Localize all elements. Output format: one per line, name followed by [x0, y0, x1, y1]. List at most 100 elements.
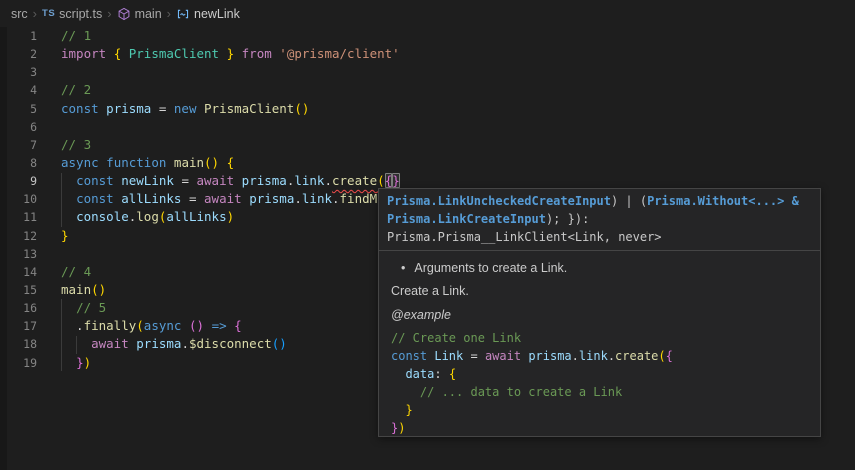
code-token: Prisma.Prisma__LinkClient<Link, never> — [387, 230, 662, 244]
breadcrumb-item-symbol-main[interactable]: main — [117, 7, 162, 21]
code-text: // 4 — [61, 263, 91, 281]
signature-line: Prisma.Prisma__LinkClient<Link, never> — [387, 228, 812, 246]
code-token: Prisma.LinkCreateInput — [387, 212, 546, 226]
line-number[interactable]: 15 — [0, 281, 37, 299]
code-token: link — [302, 191, 332, 206]
code-token: prisma — [106, 101, 151, 116]
tooltip-example-code: // Create one Link const Link = await pri… — [391, 329, 808, 437]
breadcrumb-label: script.ts — [59, 7, 102, 21]
code-line[interactable]: 8async function main() { — [0, 154, 855, 172]
chevron-right-icon: › — [167, 6, 171, 21]
code-token — [181, 318, 189, 333]
line-number[interactable]: 18 — [0, 335, 37, 353]
example-code-line: }) — [391, 419, 808, 437]
code-token: = — [463, 349, 485, 363]
line-number[interactable]: 6 — [0, 118, 37, 136]
code-token: link — [579, 349, 608, 363]
code-text: // 1 — [61, 27, 91, 45]
code-line[interactable]: 2import { PrismaClient } from '@prisma/c… — [0, 45, 855, 63]
code-token: } — [61, 228, 69, 243]
vscode-editor-window: { "breadcrumb": { "separator": "›", "ite… — [0, 0, 855, 470]
line-number[interactable]: 8 — [0, 154, 37, 172]
code-token: () — [91, 282, 106, 297]
code-token: // Create one Link — [391, 331, 521, 345]
line-number[interactable]: 1 — [0, 27, 37, 45]
code-token: import — [61, 46, 106, 61]
code-token: link — [294, 173, 324, 188]
code-line[interactable]: 4 // 2 — [0, 81, 855, 99]
code-token: prisma — [249, 191, 294, 206]
line-number[interactable]: 16 — [0, 299, 37, 317]
line-number[interactable]: 14 — [0, 263, 37, 281]
code-line[interactable]: 3 — [0, 63, 855, 81]
code-token — [61, 209, 76, 224]
code-text: } — [61, 227, 69, 245]
tooltip-bullet-text: Arguments to create a Link. — [414, 261, 567, 275]
line-number[interactable]: 4 — [0, 81, 37, 99]
code-token: () — [272, 336, 287, 351]
code-token: . — [332, 191, 340, 206]
code-token: ) | ( — [611, 194, 647, 208]
code-token: console — [76, 209, 129, 224]
code-text: }) — [61, 354, 91, 372]
line-number[interactable]: 2 — [0, 45, 37, 63]
line-number[interactable]: 10 — [0, 190, 37, 208]
breadcrumb-item-symbol-newlink[interactable]: newLink — [176, 7, 240, 21]
code-token — [784, 194, 791, 208]
line-number[interactable]: 17 — [0, 317, 37, 335]
example-code-line: data: { — [391, 365, 808, 383]
code-token: } — [227, 46, 235, 61]
code-token: PrismaClient — [129, 46, 219, 61]
code-token: } — [76, 355, 84, 370]
code-line[interactable]: 1 // 1 — [0, 27, 855, 45]
line-number[interactable]: 7 — [0, 136, 37, 154]
line-number[interactable]: 3 — [0, 63, 37, 81]
code-token: . — [324, 173, 332, 188]
example-code-line: // ... data to create a Link — [391, 383, 808, 401]
code-token — [166, 155, 174, 170]
code-token — [219, 155, 227, 170]
code-line[interactable]: 7 // 3 — [0, 136, 855, 154]
tooltip-signature-section: Prisma.LinkUncheckedCreateInput) | (Pris… — [379, 189, 820, 251]
symbol-variable-icon — [176, 7, 190, 21]
code-token: async — [144, 318, 182, 333]
line-number[interactable]: 5 — [0, 100, 37, 118]
signature-line: Prisma.LinkCreateInput); }): — [387, 210, 812, 228]
code-token: = — [151, 101, 174, 116]
code-text: // 3 — [61, 136, 91, 154]
code-text: const newLink = await prisma.link.create… — [61, 172, 400, 190]
code-token: allLinks — [166, 209, 226, 224]
code-token: create — [332, 173, 377, 188]
code-token: // 5 — [76, 300, 106, 315]
code-token: // ... data to create a Link — [391, 385, 622, 399]
code-token: const — [391, 349, 427, 363]
code-token — [61, 173, 76, 188]
symbol-method-icon — [117, 7, 131, 21]
breadcrumb: src › TS script.ts › main › newLink — [0, 0, 855, 27]
example-code-line: const Link = await prisma.link.create({ — [391, 347, 808, 365]
line-number[interactable]: 9 — [0, 172, 37, 190]
breadcrumb-item-src[interactable]: src — [11, 7, 28, 21]
line-number[interactable]: 11 — [0, 208, 37, 226]
code-token: ) — [227, 209, 235, 224]
code-token: allLinks — [121, 191, 181, 206]
line-number[interactable]: 12 — [0, 227, 37, 245]
code-line[interactable]: 5const prisma = new PrismaClient() — [0, 100, 855, 118]
code-text: // 2 — [61, 81, 91, 99]
code-token — [61, 336, 91, 351]
code-token: log — [136, 209, 159, 224]
code-token: ( — [377, 173, 385, 188]
code-token: '@prisma/client' — [279, 46, 399, 61]
code-token — [121, 46, 129, 61]
code-token: // 2 — [61, 82, 91, 97]
tooltip-parameter-doc: Arguments to create a Link. — [401, 261, 808, 275]
code-text: .finally(async () => { — [61, 317, 242, 335]
code-token: Prisma.Without<...> — [647, 194, 784, 208]
line-number[interactable]: 19 — [0, 354, 37, 372]
code-line[interactable]: 6 — [0, 118, 855, 136]
breadcrumb-item-file[interactable]: TS script.ts — [42, 7, 102, 21]
code-token: = — [174, 173, 197, 188]
code-token: . — [61, 318, 84, 333]
line-number[interactable]: 13 — [0, 245, 37, 263]
code-token — [219, 46, 227, 61]
